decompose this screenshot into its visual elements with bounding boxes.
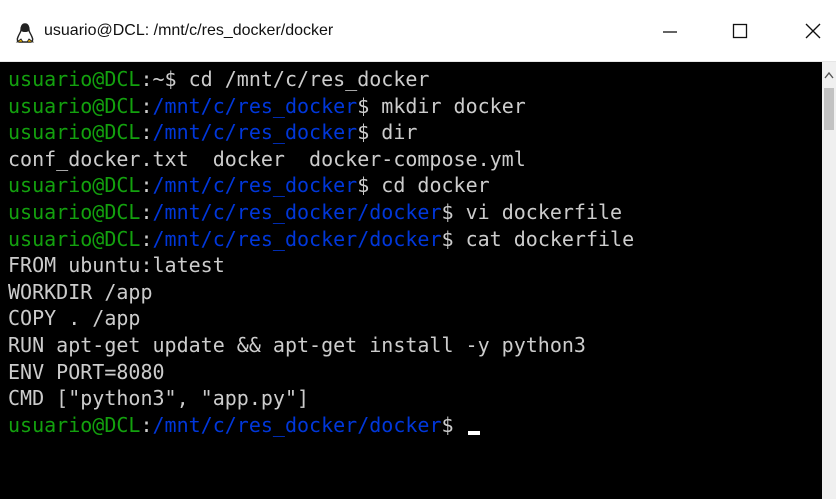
output-line: RUN apt-get update && apt-get install -y… xyxy=(8,332,634,359)
prompt-path: /mnt/c/res_docker xyxy=(152,120,358,145)
output-line: CMD ["python3", "app.py"] xyxy=(8,385,634,412)
prompt-path: /mnt/c/res_docker/docker xyxy=(152,199,442,224)
output-text: COPY . /app xyxy=(8,306,141,331)
scroll-up-button[interactable] xyxy=(822,62,836,88)
prompt-line: usuario@DCL:/mnt/c/res_docker$ mkdir doc… xyxy=(8,93,526,118)
terminal-lines: usuario@DCL:~$ cd /mnt/c/res_docker usuar… xyxy=(8,66,634,438)
command-text: $ cd /mnt/c/res_docker xyxy=(164,67,430,91)
linux-tux-icon xyxy=(14,22,36,44)
command-text: $ vi dockerfile xyxy=(441,199,623,224)
prompt-line: usuario@DCL:~$ cd /mnt/c/res_docker xyxy=(8,67,430,91)
output-line: conf_docker.txt docker docker-compose.ym… xyxy=(8,146,634,173)
output-text: conf_docker.txt docker docker-compose.ym… xyxy=(8,146,526,171)
prompt-path: /mnt/c/res_docker/docker xyxy=(152,412,442,437)
output-text: WORKDIR /app xyxy=(8,279,153,304)
scroll-thumb[interactable] xyxy=(824,88,834,130)
close-button[interactable] xyxy=(790,0,836,62)
terminal-output[interactable]: usuario@DCL:~$ cd /mnt/c/res_docker usuar… xyxy=(0,62,822,499)
prompt-path: /mnt/c/res_docker/docker xyxy=(152,226,442,251)
minimize-icon xyxy=(663,31,677,33)
close-icon xyxy=(805,23,821,39)
prompt-user: usuario@DCL xyxy=(8,67,141,91)
prompt-path: /mnt/c/res_docker xyxy=(152,93,358,118)
prompt-user: usuario@DCL xyxy=(8,93,141,118)
output-text: CMD ["python3", "app.py"] xyxy=(8,386,310,411)
maximize-icon xyxy=(732,23,748,39)
prompt-line: usuario@DCL:/mnt/c/res_docker/docker$ xyxy=(8,412,634,439)
prompt-user: usuario@DCL xyxy=(8,226,141,251)
text-cursor xyxy=(467,430,480,435)
maximize-button[interactable] xyxy=(717,0,763,62)
prompt-line: usuario@DCL:/mnt/c/res_docker$ cd docker xyxy=(8,173,490,198)
prompt-user: usuario@DCL xyxy=(8,173,141,198)
title-bar[interactable]: usuario@DCL: /mnt/c/res_docker/docker xyxy=(0,0,836,62)
command-text: $ cd docker xyxy=(357,173,490,198)
prompt-path: /mnt/c/res_docker xyxy=(152,173,358,198)
prompt-user: usuario@DCL xyxy=(8,199,141,224)
prompt-line: usuario@DCL:/mnt/c/res_docker/docker$ vi… xyxy=(8,199,623,224)
minimize-button[interactable] xyxy=(647,0,693,62)
terminal-window: usuario@DCL: /mnt/c/res_docker/docker us… xyxy=(0,0,836,499)
command-text: $ xyxy=(441,412,466,437)
output-text: FROM ubuntu:latest xyxy=(8,253,225,278)
prompt-user: usuario@DCL xyxy=(8,120,141,145)
output-line: COPY . /app xyxy=(8,305,634,332)
chevron-up-icon xyxy=(824,71,834,79)
command-text: $ dir xyxy=(357,120,418,145)
output-line: FROM ubuntu:latest xyxy=(8,252,634,279)
output-line: WORKDIR /app xyxy=(8,279,634,306)
prompt-path: ~ xyxy=(152,67,165,91)
window-title: usuario@DCL: /mnt/c/res_docker/docker xyxy=(44,22,334,39)
prompt-line: usuario@DCL:/mnt/c/res_docker/docker$ ca… xyxy=(8,226,635,251)
output-text: ENV PORT=8080 xyxy=(8,359,165,384)
vertical-scrollbar[interactable] xyxy=(822,62,836,499)
command-text: $ mkdir docker xyxy=(357,93,526,118)
prompt-user: usuario@DCL xyxy=(8,412,141,437)
prompt-line: usuario@DCL:/mnt/c/res_docker$ dir xyxy=(8,120,418,145)
output-text: RUN apt-get update && apt-get install -y… xyxy=(8,332,586,357)
command-text: $ cat dockerfile xyxy=(441,226,635,251)
output-line: ENV PORT=8080 xyxy=(8,359,634,386)
